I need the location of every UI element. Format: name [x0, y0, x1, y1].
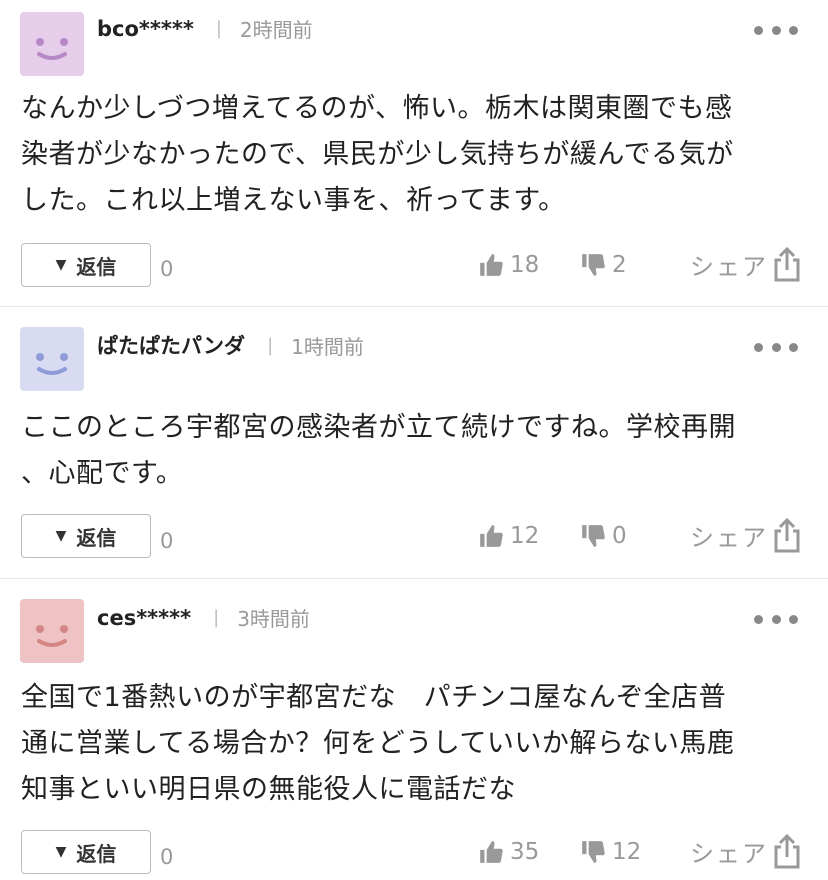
triangle-down-icon: ▼	[55, 257, 67, 273]
reply-button[interactable]: ▼ 返信	[21, 243, 151, 287]
smiley-face-icon	[36, 353, 68, 375]
comment-line: 通に営業してる場合か？何をどうしていいか解らない馬鹿	[21, 728, 735, 759]
like-button[interactable]: 12	[478, 523, 539, 549]
thumbs-down-icon	[582, 254, 605, 276]
reply-label: 返信	[76, 254, 117, 279]
comment-line: ここのところ宇都宮の感染者が立て続けですね。学校再開	[21, 412, 736, 443]
triangle-down-icon: ▼	[55, 844, 67, 860]
avatar[interactable]	[20, 599, 84, 663]
comment-header: ぱたぱたパンダ | 1時間前	[97, 330, 364, 360]
dislike-button[interactable]: 0	[580, 523, 627, 549]
comment-text: なんか少しづつ増えてるのが、怖い。栃木は関東圏でも感 染者が少なかったので、県民…	[21, 86, 804, 224]
smiley-face-icon	[36, 38, 68, 60]
dislike-count: 0	[612, 523, 627, 549]
comment-card: bco***** | 2時間前 なんか少しづつ増えてるのが、怖い。栃木は関東圏で…	[0, 0, 828, 307]
divider: |	[267, 334, 274, 356]
dislike-count: 12	[612, 839, 642, 865]
share-icon	[774, 517, 800, 553]
avatar[interactable]	[20, 327, 84, 391]
username[interactable]: ces*****	[97, 606, 191, 630]
more-options-icon[interactable]	[754, 20, 798, 40]
reply-count: 0	[160, 529, 174, 553]
share-icon	[774, 833, 800, 869]
share-label: シェア	[690, 523, 768, 552]
comment-line: 知事といい明日県の無能役人に電話だな	[21, 774, 516, 805]
share-button[interactable]: シェア	[690, 833, 802, 869]
timestamp: 3時間前	[237, 607, 310, 631]
username[interactable]: ぱたぱたパンダ	[97, 330, 245, 360]
smiley-face-icon	[36, 625, 68, 647]
timestamp: 2時間前	[239, 18, 313, 42]
reply-button[interactable]: ▼ 返信	[21, 514, 151, 558]
thumbs-up-icon	[480, 841, 503, 863]
triangle-down-icon: ▼	[55, 528, 67, 544]
reply-button[interactable]: ▼ 返信	[21, 830, 151, 874]
comment-header: ces***** | 3時間前	[97, 603, 310, 632]
share-button[interactable]: シェア	[690, 246, 802, 282]
comment-header: bco***** | 2時間前	[97, 14, 313, 43]
dislike-button[interactable]: 12	[580, 839, 641, 865]
comment-line: 全国で1番熱いのが宇都宮だな パチンコ屋なんぞ全店普	[21, 682, 727, 713]
username[interactable]: bco*****	[97, 17, 194, 41]
comment-card: ぱたぱたパンダ | 1時間前 ここのところ宇都宮の感染者が立て続けですね。学校再…	[0, 307, 828, 579]
comment-line: した。これ以上増えない事を、祈ってます。	[21, 185, 566, 216]
comment-line: 、心配です。	[21, 458, 184, 489]
reply-label: 返信	[76, 841, 117, 866]
avatar[interactable]	[20, 12, 84, 76]
like-button[interactable]: 18	[478, 252, 539, 278]
like-button[interactable]: 35	[478, 839, 539, 865]
thumbs-down-icon	[582, 525, 605, 547]
divider: |	[213, 607, 220, 628]
reply-count: 0	[160, 845, 174, 869]
share-button[interactable]: シェア	[690, 517, 802, 553]
divider: |	[215, 18, 222, 39]
share-icon	[774, 246, 800, 282]
thumbs-up-icon	[480, 525, 503, 547]
more-options-icon[interactable]	[754, 337, 798, 357]
more-options-icon[interactable]	[754, 609, 798, 629]
reply-label: 返信	[76, 525, 117, 550]
comment-line: なんか少しづつ増えてるのが、怖い。栃木は関東圏でも感	[21, 93, 733, 124]
share-label: シェア	[690, 252, 768, 281]
dislike-count: 2	[612, 252, 627, 278]
like-count: 12	[510, 523, 540, 549]
comment-line: 染者が少なかったので、県民が少し気持ちが緩んでる気が	[21, 139, 734, 170]
reply-count: 0	[160, 257, 174, 281]
comment-card: ces***** | 3時間前 全国で1番熱いのが宇都宮だな パチンコ屋なんぞ全…	[0, 579, 828, 880]
comment-text: ここのところ宇都宮の感染者が立て続けですね。学校再開 、心配です。	[21, 405, 804, 497]
comment-text: 全国で1番熱いのが宇都宮だな パチンコ屋なんぞ全店普 通に営業してる場合か？何を…	[21, 675, 804, 813]
dislike-button[interactable]: 2	[580, 252, 627, 278]
thumbs-up-icon	[480, 254, 503, 276]
like-count: 18	[510, 252, 540, 278]
thumbs-down-icon	[582, 841, 605, 863]
share-label: シェア	[690, 839, 768, 868]
like-count: 35	[510, 839, 540, 865]
timestamp: 1時間前	[291, 334, 364, 359]
